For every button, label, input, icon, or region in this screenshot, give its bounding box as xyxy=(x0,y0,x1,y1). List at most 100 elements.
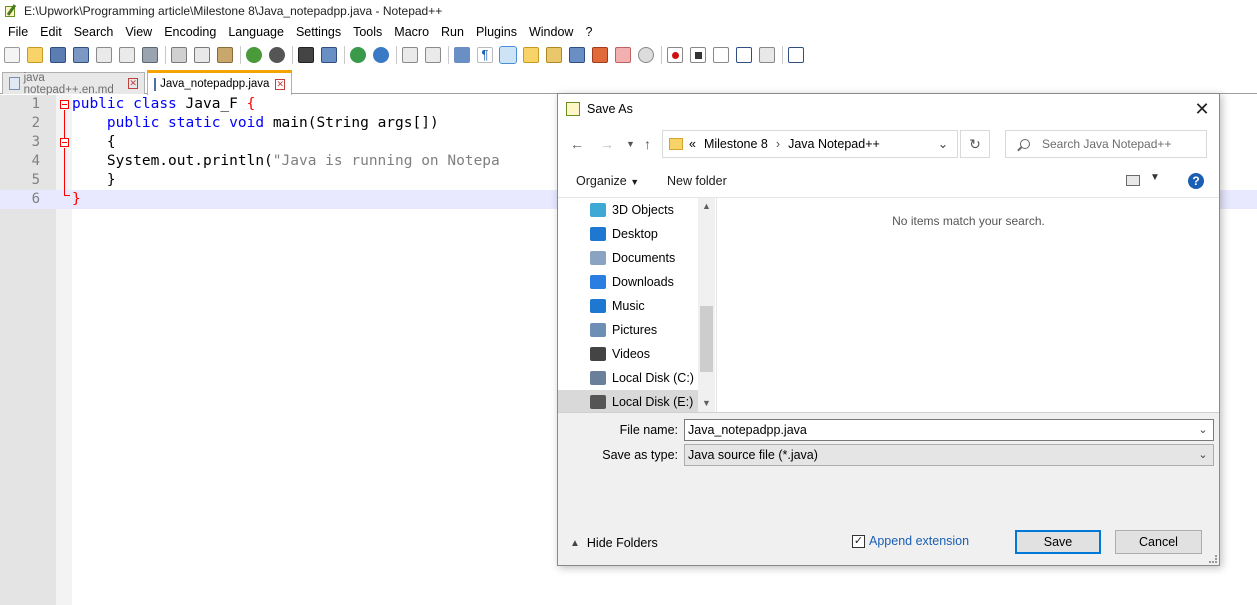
chevron-down-icon[interactable]: ⌄ xyxy=(1195,420,1211,440)
nav-item-documents[interactable]: Documents xyxy=(558,246,698,270)
hide-folders-button[interactable]: ▲ Hide Folders xyxy=(570,536,658,550)
save-macro-icon[interactable] xyxy=(759,47,775,63)
new-folder-button[interactable]: New folder xyxy=(667,174,727,188)
menu-search[interactable]: Search xyxy=(68,22,120,42)
folder-workspace-icon[interactable] xyxy=(615,47,631,63)
up-arrow-icon[interactable]: ↑ xyxy=(644,136,651,152)
undo-icon[interactable] xyxy=(246,47,262,63)
nav-item-downloads[interactable]: Downloads xyxy=(558,270,698,294)
search-input[interactable]: Search Java Notepad++ xyxy=(1005,130,1207,158)
sync-horizontal-icon[interactable] xyxy=(425,47,441,63)
resize-grip-icon[interactable] xyxy=(1209,555,1217,563)
back-arrow-icon[interactable]: ← xyxy=(570,136,584,152)
record-macro-icon[interactable] xyxy=(667,47,683,63)
menu-encoding[interactable]: Encoding xyxy=(158,22,222,42)
menu-tools[interactable]: Tools xyxy=(347,22,388,42)
help-icon[interactable]: ? xyxy=(1188,173,1204,189)
print-icon[interactable] xyxy=(142,47,158,63)
save-icon[interactable] xyxy=(50,47,66,63)
close-all-icon[interactable] xyxy=(119,47,135,63)
replace-icon[interactable] xyxy=(321,47,337,63)
tab-java-notepadpp-en-md[interactable]: java notepad++.en.md ✕ xyxy=(2,72,145,96)
doc-map-icon[interactable] xyxy=(546,47,562,63)
sync-vertical-icon[interactable] xyxy=(402,47,418,63)
menu-run[interactable]: Run xyxy=(435,22,470,42)
nav-item-pictures[interactable]: Pictures xyxy=(558,318,698,342)
word-wrap-icon[interactable] xyxy=(454,47,470,63)
refresh-icon[interactable]: ↻ xyxy=(960,130,990,158)
append-extension-checkbox[interactable]: ✓ Append extension xyxy=(852,534,969,548)
paste-icon[interactable] xyxy=(217,47,233,63)
save-all-icon[interactable] xyxy=(73,47,89,63)
run-icon[interactable] xyxy=(788,47,804,63)
show-all-chars-icon[interactable]: ¶ xyxy=(477,47,493,63)
menu-macro[interactable]: Macro xyxy=(388,22,435,42)
toolbar-separator xyxy=(396,46,397,64)
file-list-pane[interactable]: No items match your search. xyxy=(716,198,1219,412)
view-options-icon[interactable] xyxy=(1126,175,1140,186)
address-dropdown-icon[interactable]: ⌄ xyxy=(929,131,957,157)
local-disk-c-icon xyxy=(590,371,606,385)
nav-item-desktop[interactable]: Desktop xyxy=(558,222,698,246)
find-icon[interactable] xyxy=(298,47,314,63)
scroll-down-icon[interactable]: ▼ xyxy=(698,395,715,412)
nav-item-videos[interactable]: Videos xyxy=(558,342,698,366)
play-macro-icon[interactable] xyxy=(713,47,729,63)
copy-icon[interactable] xyxy=(194,47,210,63)
redo-icon[interactable] xyxy=(269,47,285,63)
scroll-up-icon[interactable]: ▲ xyxy=(698,198,715,215)
menu-file[interactable]: File xyxy=(2,22,34,42)
chevron-down-icon[interactable]: ⌄ xyxy=(1195,445,1211,465)
new-file-icon[interactable] xyxy=(4,47,20,63)
close-file-icon[interactable] xyxy=(96,47,112,63)
udl-icon[interactable] xyxy=(523,47,539,63)
zoom-out-icon[interactable] xyxy=(373,47,389,63)
keyword-token: void xyxy=(229,115,265,131)
save-type-select[interactable]: Java source file (*.java) ⌄ xyxy=(684,444,1214,466)
save-button[interactable]: Save xyxy=(1015,530,1101,554)
stop-macro-icon[interactable] xyxy=(690,47,706,63)
menu-window[interactable]: Window xyxy=(523,22,579,42)
doc-list-icon[interactable] xyxy=(569,47,585,63)
nav-item-music[interactable]: Music xyxy=(558,294,698,318)
menu-settings[interactable]: Settings xyxy=(290,22,347,42)
notepadpp-small-icon xyxy=(566,102,580,116)
cancel-button[interactable]: Cancel xyxy=(1115,530,1202,554)
menu-plugins[interactable]: Plugins xyxy=(470,22,523,42)
file-name-input[interactable]: Java_notepadpp.java ⌄ xyxy=(684,419,1214,441)
breadcrumb-milestone-8[interactable]: Milestone 8 xyxy=(704,137,768,151)
function-list-icon[interactable] xyxy=(592,47,608,63)
zoom-in-icon[interactable] xyxy=(350,47,366,63)
menu-edit[interactable]: Edit xyxy=(34,22,68,42)
address-bar[interactable]: « Milestone 8 › Java Notepad++ ⌄ xyxy=(662,130,958,158)
close-icon[interactable]: ✕ xyxy=(1193,100,1211,118)
recent-locations-chevron-icon[interactable]: ▼ xyxy=(626,139,635,149)
fold-toggle-icon[interactable] xyxy=(60,138,69,147)
breadcrumb-overflow[interactable]: « xyxy=(689,137,696,151)
run-macro-multiple-icon[interactable] xyxy=(736,47,752,63)
chevron-down-icon[interactable]: ▼ xyxy=(1150,172,1160,183)
scroll-thumb[interactable] xyxy=(700,306,713,372)
organize-label: Organize xyxy=(576,174,627,188)
close-tab-icon[interactable]: ✕ xyxy=(275,78,285,90)
open-file-icon[interactable] xyxy=(27,47,43,63)
downloads-icon xyxy=(590,275,606,289)
breadcrumb-java-notepadpp[interactable]: Java Notepad++ xyxy=(788,137,880,151)
monitoring-icon[interactable] xyxy=(638,47,654,63)
cut-icon[interactable] xyxy=(171,47,187,63)
organize-button[interactable]: Organize ▼ xyxy=(576,174,639,188)
title-bar: E:\Upwork\Programming article\Milestone … xyxy=(0,0,1257,22)
indent-guide-icon[interactable] xyxy=(499,46,517,64)
fold-toggle-icon[interactable] xyxy=(60,100,69,109)
nav-item-3d-objects[interactable]: 3D Objects xyxy=(558,198,698,222)
nav-item-local-disk-e[interactable]: Local Disk (E:) xyxy=(558,390,698,414)
tab-java-notepadpp-java[interactable]: Java_notepadpp.java ✕ xyxy=(147,70,292,95)
close-tab-icon[interactable]: ✕ xyxy=(128,78,138,89)
menu-language[interactable]: Language xyxy=(222,22,290,42)
menu-view[interactable]: View xyxy=(119,22,158,42)
menu-help[interactable]: ? xyxy=(579,22,598,42)
navigation-scrollbar[interactable]: ▲ ▼ xyxy=(698,198,715,412)
checkbox-check-icon[interactable]: ✓ xyxy=(852,534,865,548)
forward-arrow-icon[interactable]: → xyxy=(600,136,614,152)
nav-item-local-disk-c[interactable]: Local Disk (C:) xyxy=(558,366,698,390)
